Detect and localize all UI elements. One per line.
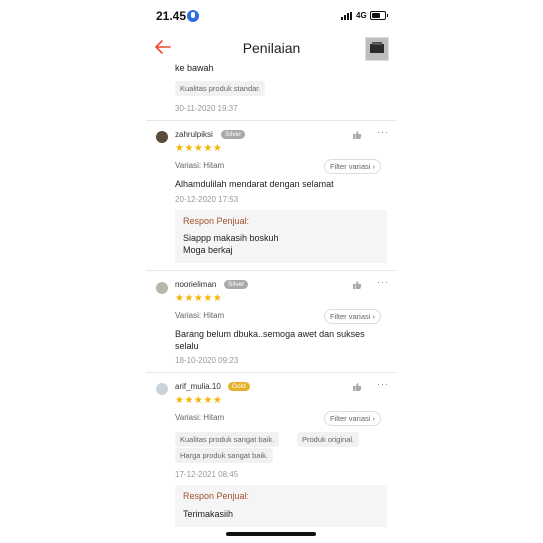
review-text: Alhamdulilah mendarat dengan selamat [175,179,334,189]
username[interactable]: zahrulpiksi [175,130,213,139]
network-type: 4G [356,11,367,20]
status-bar: 21.45 4G [146,0,397,30]
review-date: 30-11-2020 19:37 [175,104,238,113]
reply-text: Siappp makasih boskuh Moga berkaj [183,233,279,255]
avatar[interactable] [156,383,168,395]
seller-reply: Respon Penjual: Siappp makasih boskuh Mo… [175,210,387,263]
review-tag: Harga produk sangat baik. [175,448,273,463]
seller-reply: Respon Penjual: Terimakasiih [175,485,387,527]
thumbs-up-icon[interactable] [352,280,362,290]
more-options-icon[interactable]: ··· [377,277,389,287]
more-options-icon[interactable]: ··· [377,127,389,137]
status-time: 21.45 [156,9,187,23]
variant-label: Variasi: Hitam [175,161,225,170]
product-thumbnail[interactable] [365,37,389,61]
divider [146,372,397,373]
review-tag: Produk original. [297,432,360,447]
page-title: Penilaian [242,40,301,56]
thumbs-up-icon[interactable] [352,382,362,392]
review-date: 17-12-2021 08:45 [175,470,239,479]
signal-icon [341,12,354,20]
review-tag: Kualitas produk sangat baik. [175,432,280,447]
battery-icon [370,11,388,20]
reply-title: Respon Penjual: [183,491,250,501]
rating-stars: ★★★★★ [175,143,223,154]
rating-stars: ★★★★★ [175,395,223,406]
review-date: 18-10-2020 09:23 [175,356,239,365]
variant-label: Variasi: Hitam [175,311,225,320]
reply-text: Terimakasiih [183,509,234,519]
review-date: 20-12-2020 17:53 [175,195,239,204]
status-badge: Silver [224,280,249,289]
app-header: Penilaian [146,30,397,64]
username[interactable]: noorieliman [175,280,216,289]
status-badge: Silver [221,130,246,139]
divider [146,120,397,121]
more-options-icon[interactable]: ··· [377,379,389,389]
avatar[interactable] [156,131,168,143]
avatar[interactable] [156,282,168,294]
filter-variant-button[interactable]: Filter variasi › [324,309,382,324]
status-badge: Gold [228,382,250,391]
username[interactable]: arif_mulia.10 [175,382,221,391]
review-tag: Kualitas produk standar. [175,81,266,96]
phone-screen: 21.45 4G Penilaian ke bawah Kualitas pro… [146,0,397,543]
reply-title: Respon Penjual: [183,216,250,226]
home-indicator[interactable] [226,532,316,536]
variant-label: Variasi: Hitam [175,413,225,422]
filter-variant-button[interactable]: Filter variasi › [324,411,382,426]
review-text: Barang belum dbuka..semoga awet dan suks… [175,329,365,351]
microphone-icon [187,10,199,22]
review-text: ke bawah [175,63,214,73]
divider [146,270,397,271]
thumbs-up-icon[interactable] [352,130,362,140]
rating-stars: ★★★★★ [175,293,223,304]
filter-variant-button[interactable]: Filter variasi › [324,159,382,174]
